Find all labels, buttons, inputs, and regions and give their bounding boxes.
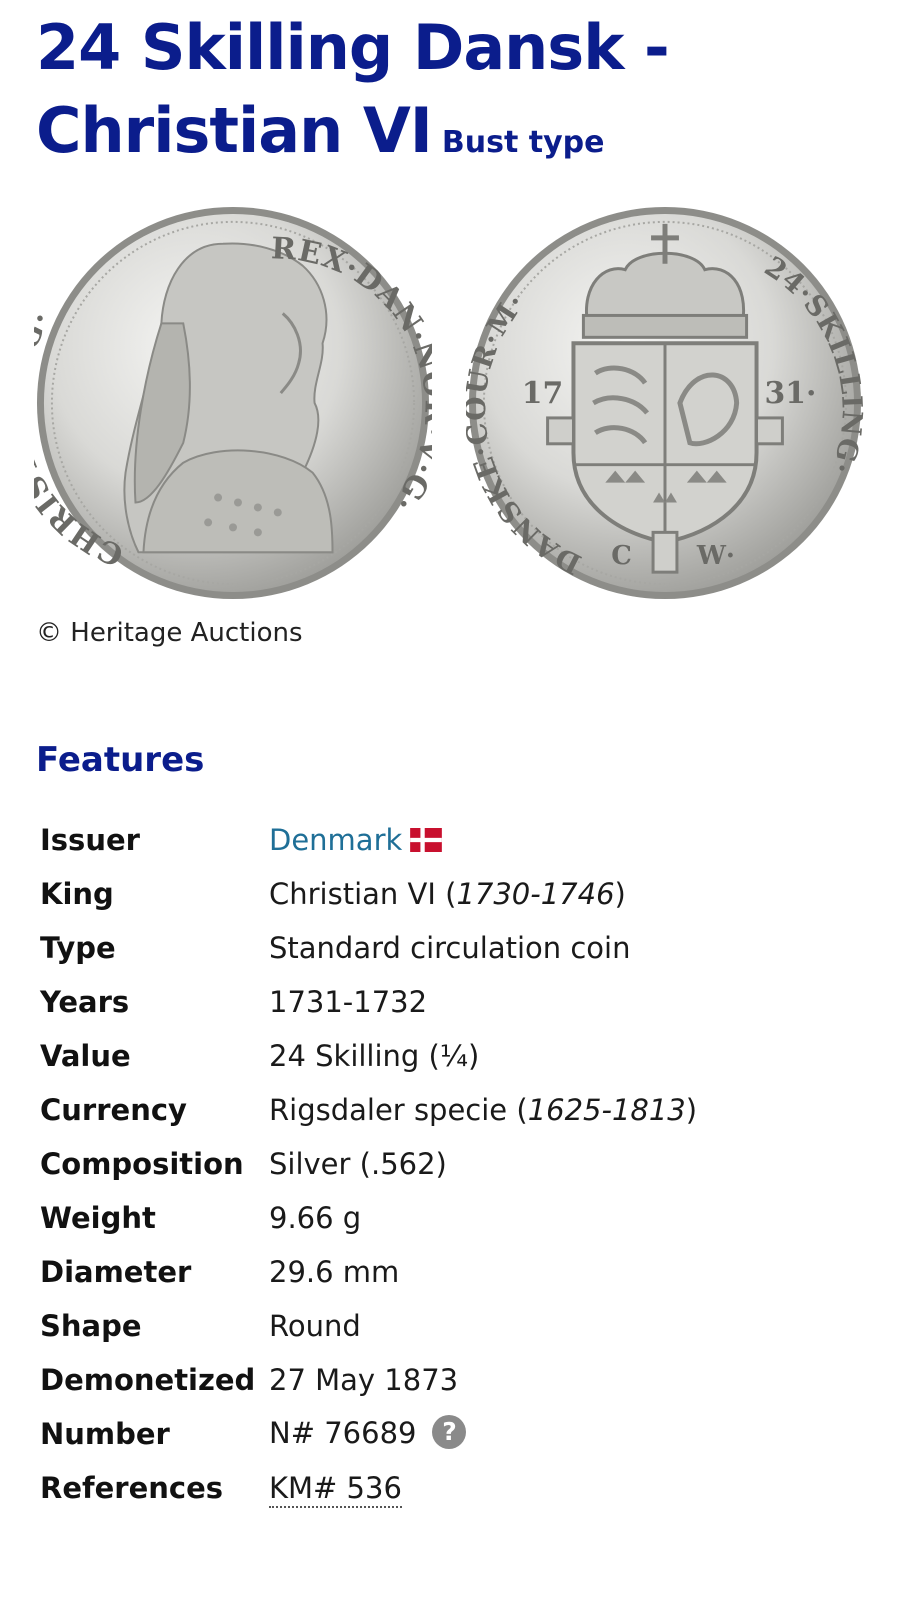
coin-reverse-image[interactable]: 17 31· C W· DANSKE·COUR·M· 24·SKILLING· <box>466 204 864 602</box>
help-icon[interactable]: ? <box>432 1415 467 1449</box>
feature-label: Composition <box>40 1147 244 1181</box>
feature-label: Type <box>40 931 116 965</box>
feature-label: Years <box>40 985 130 1019</box>
reference-link[interactable]: KM# 536 <box>269 1471 402 1508</box>
king-period-open: ( <box>435 877 457 911</box>
currency-period: 1625-1813 <box>527 1093 686 1127</box>
feature-value: KM# 536 <box>269 1461 697 1515</box>
feature-value: 27 May 1873 <box>269 1363 459 1397</box>
feature-row-years: Years 1731-1732 <box>40 975 697 1029</box>
feature-row-type: Type Standard circulation coin <box>40 921 697 975</box>
feature-label: Diameter <box>40 1255 192 1289</box>
denmark-flag-icon <box>410 828 443 852</box>
feature-row-value: Value 24 Skilling (¼) <box>40 1029 697 1083</box>
currency-period-close: ) <box>685 1093 698 1127</box>
currency-name: Rigsdaler specie ( <box>269 1093 528 1127</box>
feature-row-composition: Composition Silver (.562) <box>40 1137 697 1191</box>
king-period: 1730-1746 <box>456 877 615 911</box>
feature-row-king: King Christian VI (1730-1746) <box>40 867 697 921</box>
coin-obverse-image[interactable]: CHRIST·VI·D·G· REX·DAN·NOR·V·G· <box>34 204 432 602</box>
feature-label: References <box>40 1471 224 1505</box>
feature-label: Issuer <box>40 823 140 857</box>
reverse-year-left: 17 <box>522 376 564 411</box>
feature-value: 29.6 mm <box>269 1255 400 1289</box>
feature-row-number: Number N# 76689? <box>40 1407 697 1461</box>
coin-subtitle: Bust type <box>441 125 605 160</box>
issuer-link[interactable]: Denmark <box>269 823 402 857</box>
feature-label: King <box>40 877 114 911</box>
feature-row-weight: Weight 9.66 g <box>40 1191 697 1245</box>
feature-value: Denmark <box>269 813 697 867</box>
feature-value: 24 Skilling (¼) <box>269 1039 480 1073</box>
feature-label: Shape <box>40 1309 142 1343</box>
feature-row-issuer: Issuer Denmark <box>40 813 697 867</box>
king-link[interactable]: Christian VI (1730-1746) <box>269 867 697 921</box>
feature-row-currency: Currency Rigsdaler specie (1625-1813) <box>40 1083 697 1137</box>
king-name: Christian VI <box>269 877 436 911</box>
coin-title: 24 Skilling Dansk - Christian VI Bust typ… <box>36 6 896 184</box>
image-copyright: © Heritage Auctions <box>36 618 303 648</box>
feature-value: Standard circulation coin <box>269 931 631 965</box>
feature-value: Silver (.562) <box>269 1147 447 1181</box>
feature-row-demonetized: Demonetized 27 May 1873 <box>40 1353 697 1407</box>
feature-label: Demonetized <box>40 1363 256 1397</box>
feature-value: N# 76689? <box>269 1407 697 1461</box>
numista-number: N# 76689 <box>269 1416 417 1450</box>
feature-label: Weight <box>40 1201 156 1235</box>
feature-value: 1731-1732 <box>269 985 428 1019</box>
feature-label: Value <box>40 1039 131 1073</box>
feature-row-shape: Shape Round <box>40 1299 697 1353</box>
reverse-mint-right: W· <box>696 541 735 571</box>
feature-value: Round <box>269 1309 361 1343</box>
feature-value: Rigsdaler specie (1625-1813) <box>269 1083 697 1137</box>
reverse-year-right: 31· <box>765 376 817 411</box>
feature-label: Currency <box>40 1093 187 1127</box>
reverse-mint-left: C <box>611 541 632 571</box>
features-table: Issuer Denmark King Christian VI (1730-1… <box>40 813 697 1515</box>
king-period-close: ) <box>614 877 626 911</box>
features-heading: Features <box>36 740 205 780</box>
feature-label: Number <box>40 1417 170 1451</box>
feature-row-diameter: Diameter 29.6 mm <box>40 1245 697 1299</box>
feature-row-references: References KM# 536 <box>40 1461 697 1515</box>
feature-value: 9.66 g <box>269 1201 362 1235</box>
